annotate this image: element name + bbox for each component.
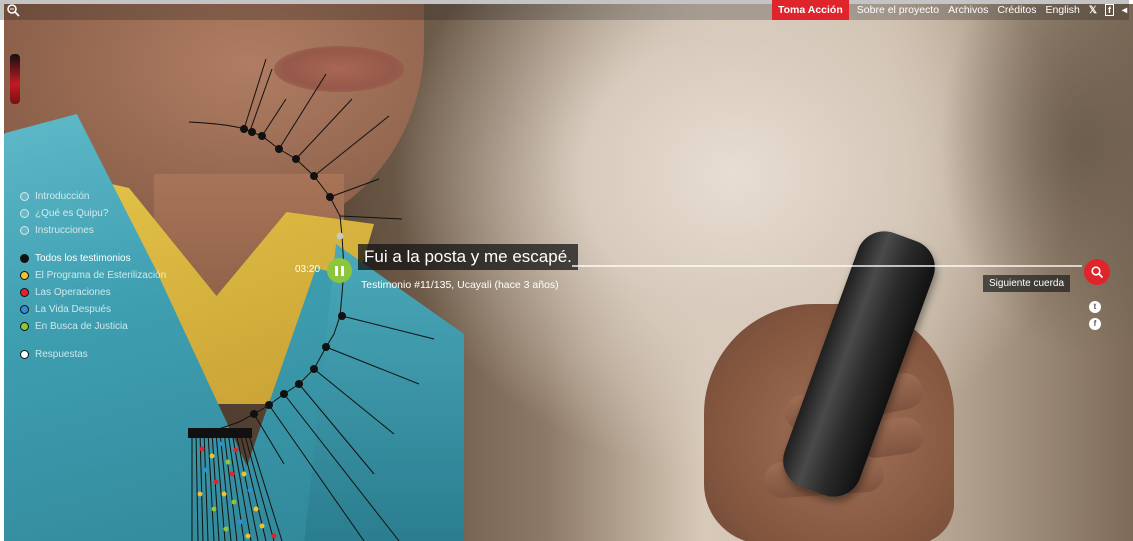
next-cord-tooltip: Siguiente cuerda — [983, 275, 1071, 292]
menu-dot — [20, 271, 29, 280]
pause-icon — [341, 265, 344, 276]
menu-item-instrucciones[interactable]: Instrucciones — [20, 222, 166, 239]
facebook-icon[interactable]: f — [1104, 4, 1114, 16]
menu-dot — [20, 350, 29, 359]
menu-item-introduccion[interactable]: Introducción — [20, 188, 166, 205]
nav-link-archivos[interactable]: Archivos — [948, 4, 988, 16]
facebook-icon[interactable]: f — [1089, 318, 1101, 330]
menu-item-label: La Vida Después — [35, 304, 111, 315]
menu-item-respuestas[interactable]: Respuestas — [20, 346, 166, 363]
nav-link-creditos[interactable]: Créditos — [997, 4, 1036, 16]
menu-item-label: En Busca de Justicia — [35, 321, 128, 332]
menu-item-programa[interactable]: El Programa de Esterilización — [20, 267, 166, 284]
menu-dot — [20, 192, 29, 201]
menu-item-operaciones[interactable]: Las Operaciones — [20, 284, 166, 301]
nav-link-english[interactable]: English — [1045, 4, 1079, 16]
menu-item-label: Respuestas — [35, 349, 88, 360]
menu-item-label: El Programa de Esterilización — [35, 270, 167, 281]
share-buttons: t f — [1089, 301, 1101, 335]
testimony-meta: Testimonio #11/135, Ucayali (hace 3 años… — [361, 279, 559, 291]
next-cord-button[interactable] — [1084, 259, 1110, 285]
menu-dot — [20, 288, 29, 297]
menu-item-justicia[interactable]: En Busca de Justicia — [20, 318, 166, 335]
menu-item-label: Las Operaciones — [35, 287, 111, 298]
share-icon[interactable]: ◂ — [1122, 5, 1127, 16]
playback-time: 03:20 — [295, 264, 321, 275]
menu-item-que-es-quipu[interactable]: ¿Qué es Quipu? — [20, 205, 166, 222]
pause-button[interactable] — [327, 258, 352, 283]
menu-dot — [20, 226, 29, 235]
testimony-timeline[interactable] — [572, 265, 1082, 267]
nav-link-sobre[interactable]: Sobre el proyecto — [857, 4, 939, 16]
quipu-logo-icon[interactable] — [6, 3, 20, 17]
toma-accion-button[interactable]: Toma Acción — [772, 0, 849, 20]
twitter-icon[interactable]: 𝕏 — [1089, 5, 1097, 16]
menu-item-label: Instrucciones — [35, 225, 94, 236]
menu-item-label: ¿Qué es Quipu? — [35, 208, 109, 219]
menu-item-todos[interactable]: Todos los testimonios — [20, 250, 166, 267]
testimony-quote: Fui a la posta y me escapé. — [358, 244, 578, 270]
pause-icon — [335, 265, 338, 276]
menu-dot — [20, 305, 29, 314]
menu-dot — [20, 322, 29, 331]
menu-dot — [20, 254, 29, 263]
menu-item-label: Introducción — [35, 191, 90, 202]
quipu-logo-icon — [1091, 266, 1104, 279]
menu-item-label: Todos los testimonios — [35, 253, 131, 264]
menu-dot — [20, 209, 29, 218]
side-menu: Introducción ¿Qué es Quipu? Instruccione… — [20, 188, 166, 363]
top-navigation-bar: Toma Acción Sobre el proyecto Archivos C… — [0, 0, 1129, 20]
background-photo — [4, 4, 1133, 541]
quipu-cord-visualization[interactable] — [4, 4, 1133, 541]
menu-item-vida-despues[interactable]: La Vida Después — [20, 301, 166, 318]
main-nav: Toma Acción Sobre el proyecto Archivos C… — [772, 0, 1129, 20]
twitter-icon[interactable]: t — [1089, 301, 1101, 313]
